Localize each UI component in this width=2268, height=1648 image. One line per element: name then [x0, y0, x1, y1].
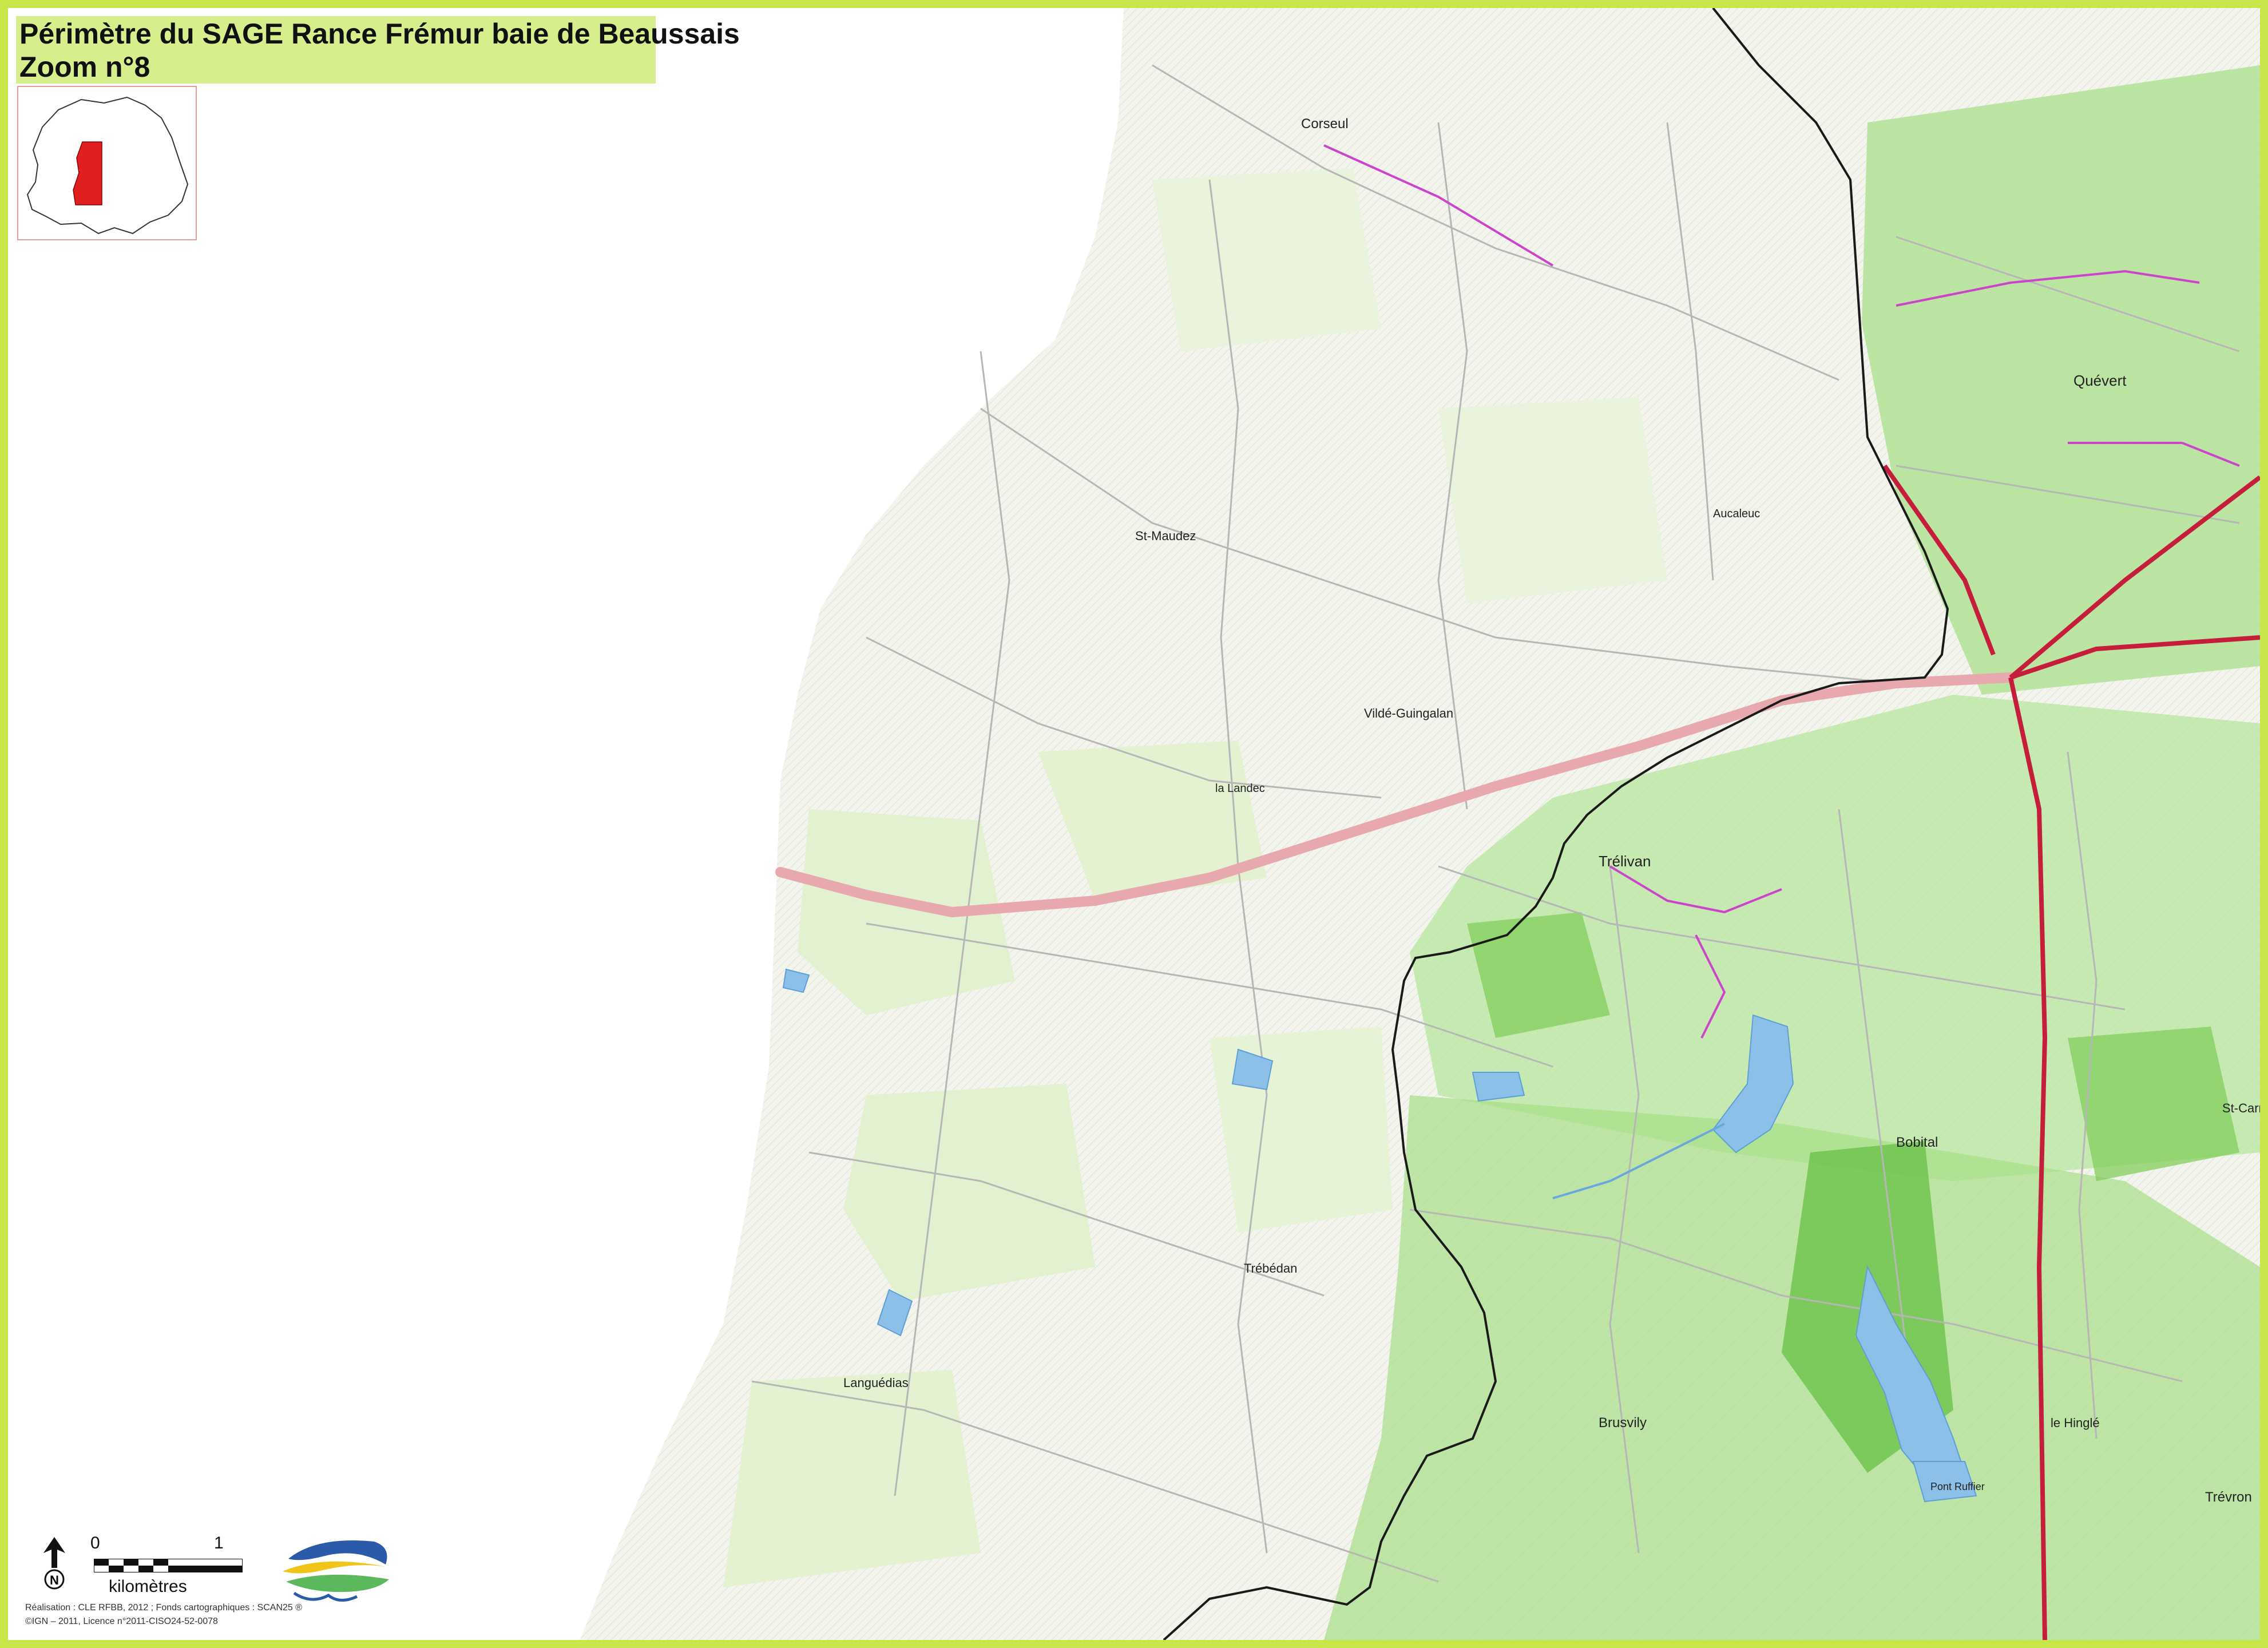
map-frame: Corseul Quévert St-Maudez Vildé-Guingala… — [0, 0, 2268, 1648]
topographic-map[interactable]: Corseul Quévert St-Maudez Vildé-Guingala… — [8, 8, 2260, 1640]
town-label-la-landec: la Landec — [1215, 782, 1265, 795]
town-label-vilde-guingalan: Vildé-Guingalan — [1364, 706, 1453, 720]
map-title-box: Périmètre du SAGE Rance Frémur baie de B… — [16, 16, 740, 84]
map-title: Périmètre du SAGE Rance Frémur baie de B… — [19, 18, 740, 50]
town-label-corseul: Corseul — [1301, 116, 1349, 132]
scale-start-label: 0 — [90, 1534, 100, 1552]
town-label-trebedan: Trébédan — [1244, 1261, 1297, 1275]
north-arrow-icon: N — [43, 1537, 65, 1590]
town-label-quevert: Quévert — [2073, 372, 2127, 389]
farmland-patch — [1152, 168, 1381, 351]
town-label-trelivan: Trélivan — [1599, 853, 1651, 870]
north-label: N — [50, 1573, 59, 1587]
town-label-languedias: Languédias — [843, 1376, 909, 1390]
town-label-st-maudez: St-Maudez — [1135, 529, 1196, 543]
town-label-aucaleuc: Aucaleuc — [1713, 508, 1760, 520]
farmland-patch — [843, 1084, 1095, 1301]
town-label-brusvily: Brusvily — [1599, 1415, 1647, 1431]
zoom-label: Zoom n°8 — [19, 51, 150, 83]
town-label-bobital: Bobital — [1896, 1135, 1938, 1150]
town-label-st-carne: St-Carné — [2222, 1101, 2260, 1115]
locator-inset-map — [17, 86, 197, 240]
map-credits: Réalisation : CLE RFBB, 2012 ; Fonds car… — [25, 1601, 302, 1629]
farmland-patch — [723, 1370, 981, 1587]
scale-unit-label: kilomètres — [109, 1577, 187, 1596]
credits-line-2: ©IGN – 2011, Licence n°2011-CISO24-52-00… — [25, 1617, 218, 1626]
scale-end-label: 1 — [214, 1534, 224, 1552]
locator-outline — [26, 96, 189, 235]
scale-bar — [94, 1559, 243, 1572]
town-label-pont-ruffier: Pont Ruffier — [1930, 1481, 1985, 1492]
credits-line-1: Réalisation : CLE RFBB, 2012 ; Fonds car… — [25, 1603, 303, 1613]
town-label-trevron: Trévron — [2205, 1489, 2252, 1505]
farmland-patch — [1438, 397, 1667, 603]
town-label-le-hingle: le Hinglé — [2051, 1416, 2100, 1430]
